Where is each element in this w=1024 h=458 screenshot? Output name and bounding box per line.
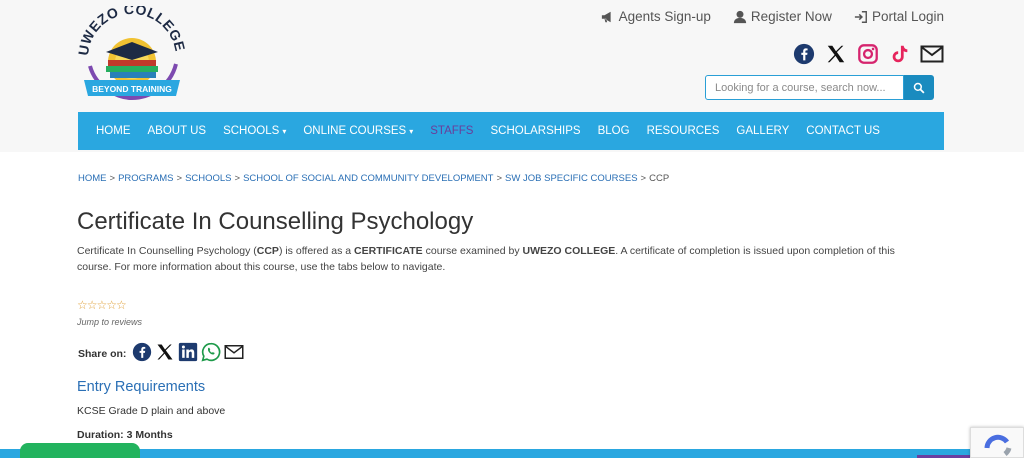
uwezo-college-logo[interactable]: UWEZO COLLEGE BEYOND TRAINING: [78, 6, 186, 102]
breadcrumb-schools[interactable]: SCHOOLS: [185, 173, 231, 184]
chevron-down-icon: ▾: [282, 127, 287, 136]
logo-ribbon-text: BEYOND TRAINING: [92, 84, 172, 94]
main-navbar: HOME ABOUT US SCHOOLS ▾ ONLINE COURSES ▾ S…: [78, 112, 944, 150]
facebook-icon[interactable]: [792, 42, 816, 66]
x-icon[interactable]: [824, 42, 848, 66]
sign-in-icon: [854, 10, 867, 23]
nav-contact-us[interactable]: CONTACT US: [806, 125, 880, 137]
desc-part: Certificate In Counselling Psychology (: [77, 245, 257, 257]
chevron-down-icon: ▾: [409, 127, 414, 136]
share-whatsapp-icon[interactable]: [200, 341, 221, 362]
nav-online-courses-label: ONLINE COURSES: [303, 125, 407, 137]
bottom-bar: [0, 449, 1024, 458]
breadcrumb: HOME > PROGRAMS > SCHOOLS > SCHOOL OF SOCIAL A…: [78, 173, 669, 184]
portal-login-link[interactable]: Portal Login: [854, 9, 944, 24]
nav-home[interactable]: HOME: [96, 125, 131, 137]
desc-examiner: UWEZO COLLEGE: [522, 245, 616, 257]
register-now-link[interactable]: Register Now: [733, 9, 832, 24]
tiktok-icon[interactable]: [888, 42, 912, 66]
share-email-icon[interactable]: [223, 341, 244, 362]
share-bar: Share on:: [78, 341, 244, 362]
page-title: Certificate In Counselling Psychology: [77, 208, 474, 235]
desc-code: CCP: [256, 245, 279, 257]
instagram-icon[interactable]: [856, 42, 880, 66]
breadcrumb-home[interactable]: HOME: [78, 173, 107, 184]
jump-to-reviews-link[interactable]: Jump to reviews: [77, 317, 142, 327]
course-search: [705, 75, 934, 100]
top-links: Agents Sign-up Register Now Portal Login: [601, 9, 944, 24]
desc-level: CERTIFICATE: [354, 245, 423, 257]
breadcrumb-sw-job-courses[interactable]: SW JOB SPECIFIC COURSES: [505, 173, 638, 184]
share-x-icon[interactable]: [154, 341, 175, 362]
breadcrumb-current: CCP: [649, 173, 670, 184]
entry-requirements-text: KCSE Grade D plain and above: [77, 405, 226, 417]
breadcrumb-separator: >: [640, 173, 647, 184]
email-icon[interactable]: [920, 42, 944, 66]
agents-signup-link[interactable]: Agents Sign-up: [601, 9, 711, 24]
nav-scholarships[interactable]: SCHOLARSHIPS: [490, 125, 580, 137]
nav-schools[interactable]: SCHOOLS ▾: [223, 125, 286, 137]
star-rating: ☆☆☆☆☆: [77, 298, 127, 312]
share-label: Share on:: [78, 348, 127, 360]
course-duration: Duration: 3 Months: [77, 429, 173, 441]
desc-part: ) is offered as a: [278, 245, 355, 257]
nav-schools-label: SCHOOLS: [223, 125, 280, 137]
search-button[interactable]: [904, 75, 934, 100]
chat-widget-tab[interactable]: [20, 443, 140, 458]
site-header: UWEZO COLLEGE BEYOND TRAINING Agents Sig…: [0, 0, 1024, 152]
course-description: Certificate In Counselling Psychology (C…: [77, 243, 922, 275]
nav-online-courses[interactable]: ONLINE COURSES ▾: [303, 125, 413, 137]
user-icon: [733, 10, 747, 23]
share-linkedin-icon[interactable]: [177, 341, 198, 362]
breadcrumb-separator: >: [176, 173, 183, 184]
agents-signup-label: Agents Sign-up: [618, 9, 711, 24]
search-input[interactable]: [705, 75, 904, 100]
nav-resources[interactable]: RESOURCES: [647, 125, 720, 137]
desc-part: course examined by: [422, 245, 523, 257]
search-icon: [913, 82, 925, 94]
nav-about-us[interactable]: ABOUT US: [148, 125, 207, 137]
breadcrumb-separator: >: [109, 173, 116, 184]
entry-requirements-heading: Entry Requirements: [77, 379, 206, 395]
nav-gallery[interactable]: GALLERY: [736, 125, 789, 137]
breadcrumb-school-social-community[interactable]: SCHOOL OF SOCIAL AND COMMUNITY DEVELOPME…: [243, 173, 493, 184]
recaptcha-badge[interactable]: [970, 427, 1024, 458]
register-now-label: Register Now: [750, 9, 832, 24]
breadcrumb-separator: >: [234, 173, 241, 184]
social-icons: [792, 42, 944, 66]
megaphone-icon: [601, 11, 611, 22]
nav-blog[interactable]: BLOG: [598, 125, 630, 137]
breadcrumb-separator: >: [496, 173, 503, 184]
recaptcha-icon: [984, 434, 1012, 456]
portal-login-label: Portal Login: [871, 9, 944, 24]
nav-staffs[interactable]: STAFFS: [430, 125, 473, 137]
breadcrumb-programs[interactable]: PROGRAMS: [118, 173, 173, 184]
share-facebook-icon[interactable]: [131, 341, 152, 362]
